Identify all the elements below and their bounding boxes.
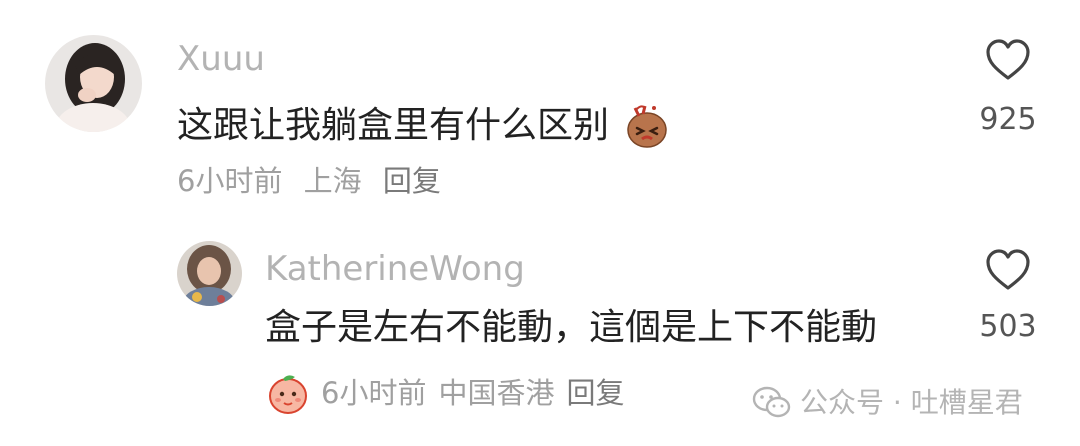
comment-meta: 6小时前 中国香港 回复 <box>265 370 624 416</box>
comment-text: 这跟让我躺盒里有什么区别 <box>177 105 610 146</box>
comment-body: 这跟让我躺盒里有什么区别 <box>177 102 671 150</box>
heart-icon <box>986 39 1030 80</box>
comment-location: 中国香港 <box>438 375 555 410</box>
comment-meta: 6小时前 上海 回复 <box>177 167 441 196</box>
comment-location: 上海 <box>303 164 362 198</box>
avatar[interactable] <box>177 241 242 306</box>
peach-emoji-icon <box>265 370 311 416</box>
comment-text: 盒子是左右不能動，這個是上下不能動 <box>265 307 878 348</box>
heart-icon <box>986 249 1030 290</box>
like-button[interactable] <box>984 38 1032 82</box>
like-button[interactable] <box>984 248 1032 292</box>
comment-time: 6小时前 <box>321 375 427 410</box>
like-count: 925 <box>979 102 1037 137</box>
like-count: 503 <box>979 309 1037 344</box>
wechat-icon <box>752 386 792 420</box>
comment-username[interactable]: Xuuu <box>177 42 265 76</box>
reply-button[interactable]: 回复 <box>383 164 441 198</box>
comment-username[interactable]: KatherineWong <box>265 252 525 286</box>
reply-button[interactable]: 回复 <box>566 378 624 408</box>
watermark: 公众号 · 吐槽星君 <box>752 386 1023 420</box>
watermark-text: 公众号 · 吐槽星君 <box>800 386 1023 419</box>
confused-potato-emoji-icon <box>623 102 671 150</box>
avatar[interactable] <box>45 35 142 132</box>
comment-time: 6小时前 <box>177 164 283 198</box>
